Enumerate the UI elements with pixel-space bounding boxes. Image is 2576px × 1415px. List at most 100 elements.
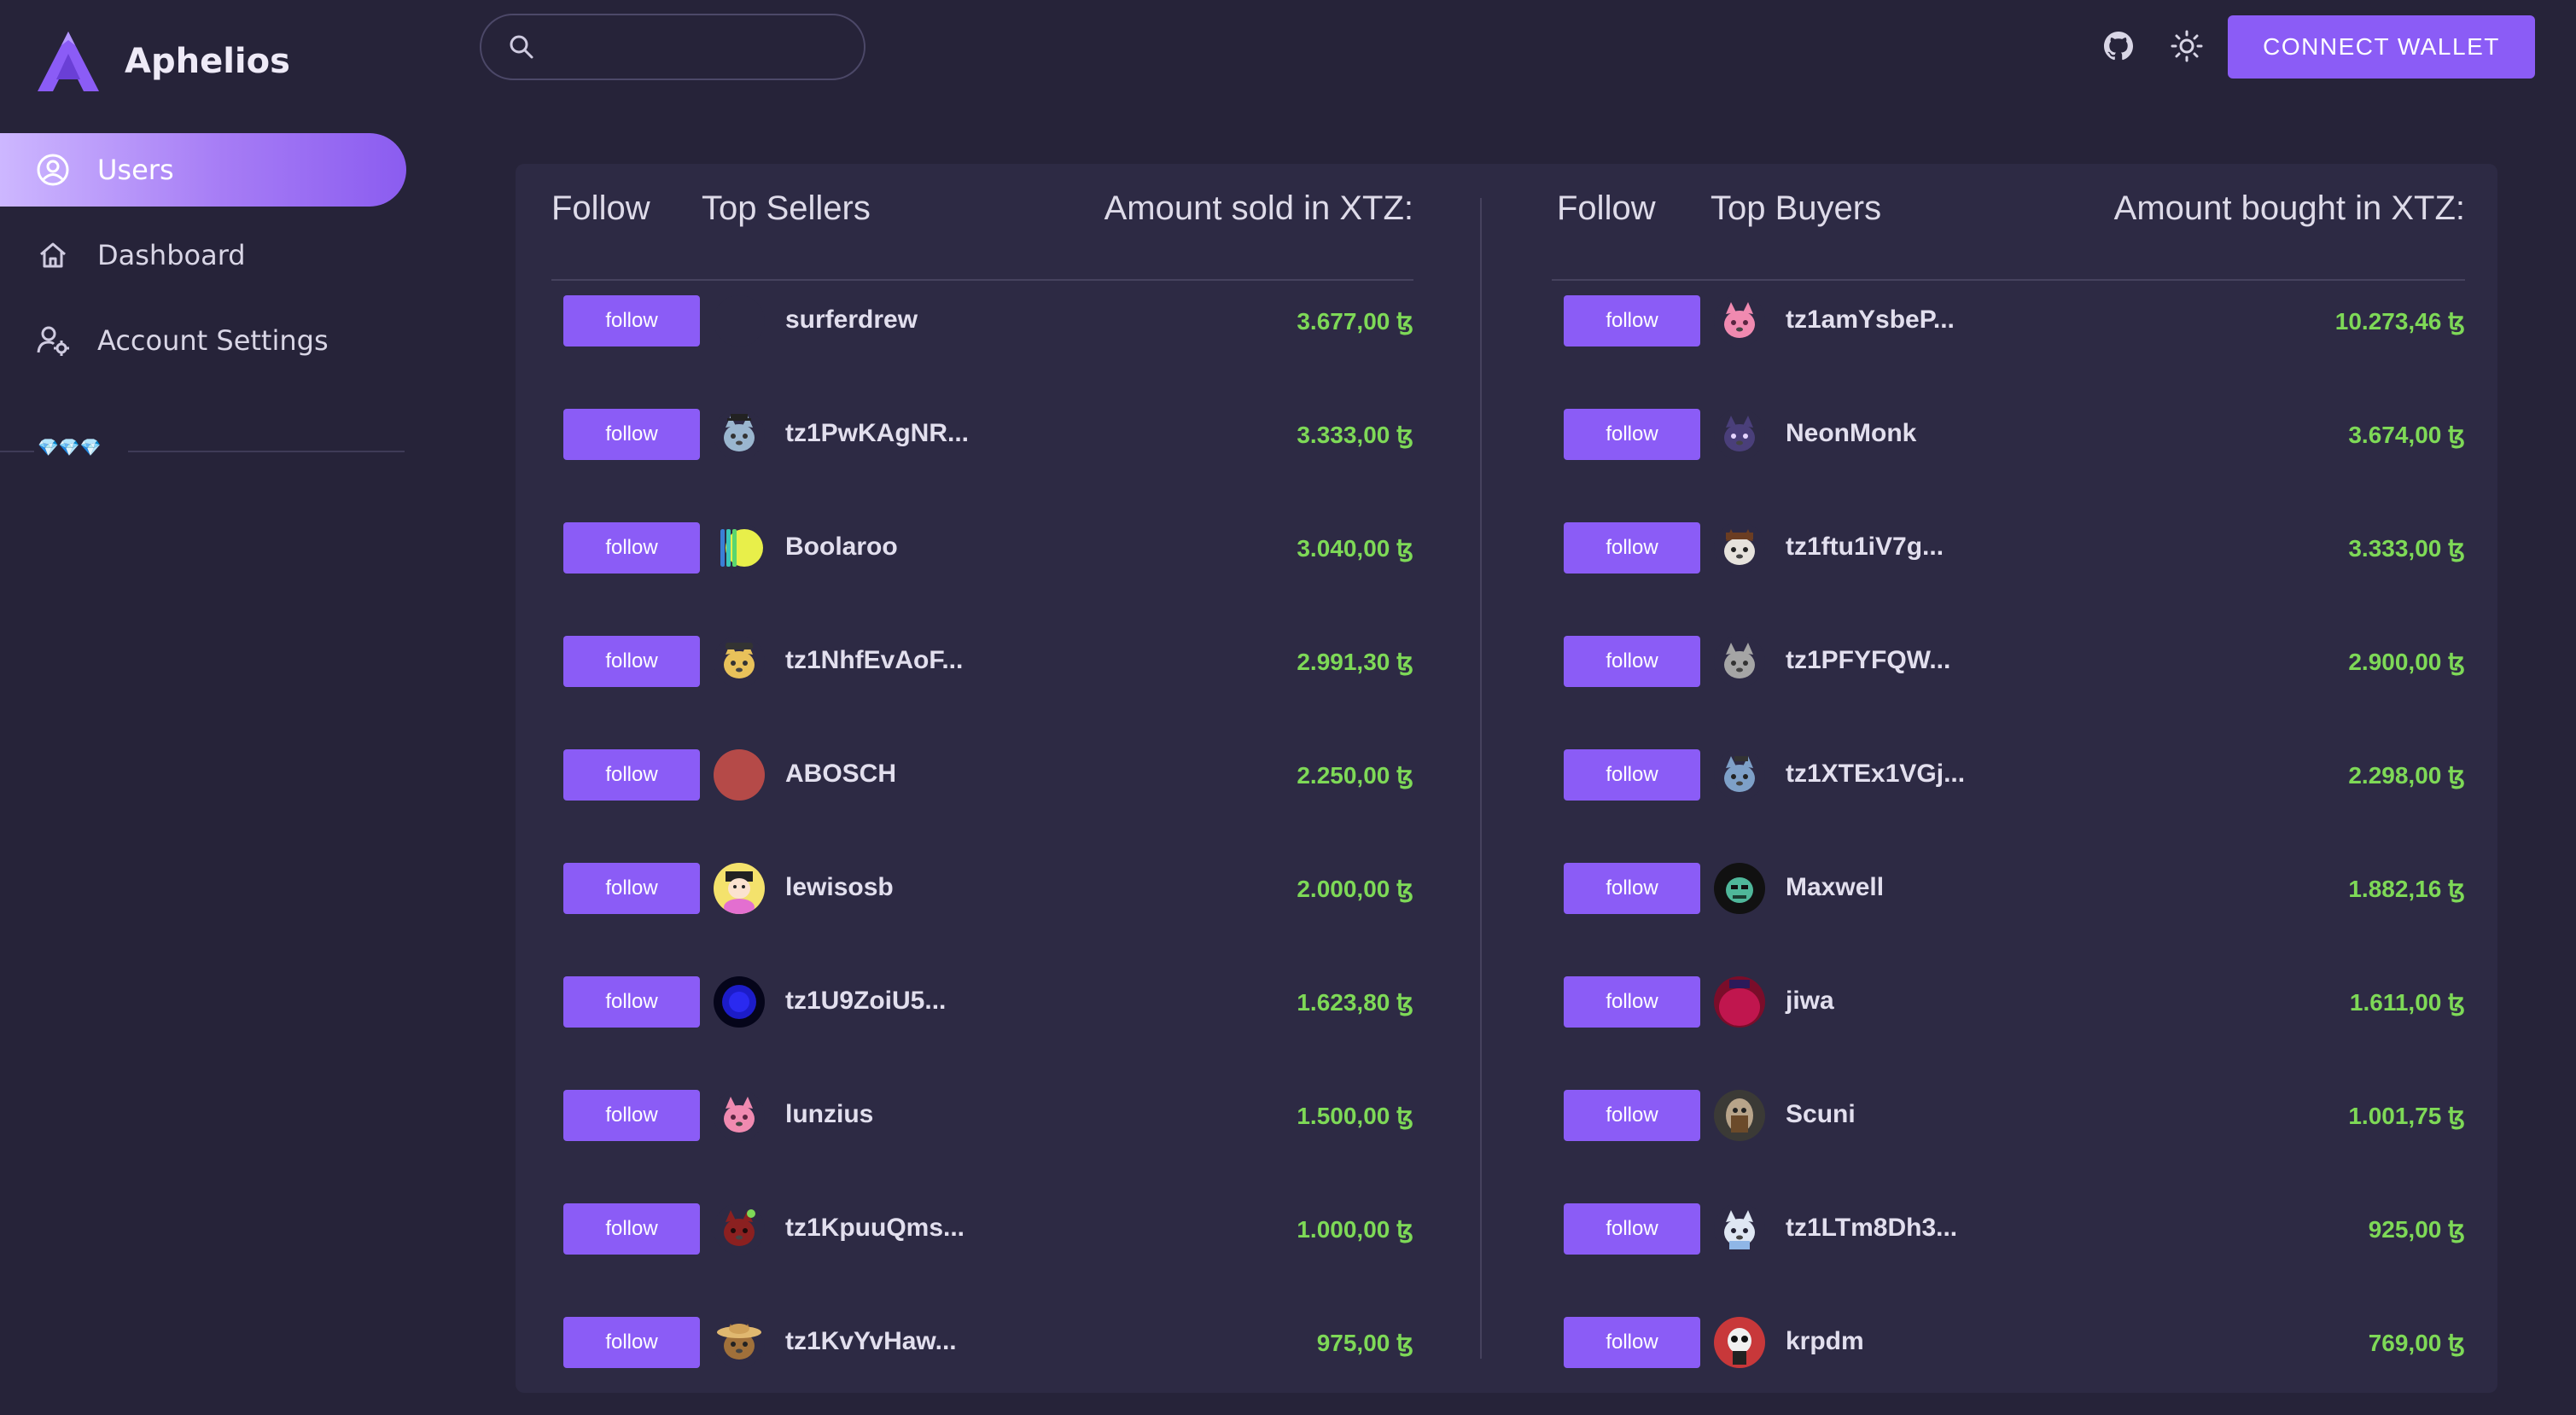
sidebar-item-users[interactable]: Users: [0, 133, 406, 207]
username-link[interactable]: Scuni: [1786, 1100, 1856, 1129]
gems-text: 💎💎💎: [38, 437, 102, 457]
username-link[interactable]: tz1PwKAgNR...: [785, 419, 969, 448]
amount-value: 1.500,00 ꜩ: [1297, 1103, 1413, 1129]
sidebar-nav: Users Dashboard Account Settings: [0, 133, 406, 389]
follow-button[interactable]: follow: [563, 749, 700, 801]
buyers-name-header: Top Buyers: [1711, 189, 1882, 227]
amount-value: 3.674,00 ꜩ: [2348, 422, 2465, 448]
list-item: follow jiwa 1.611,00 ꜩ: [1552, 942, 2465, 1051]
list-item: follow tz1KpuuQms... 1.000,00 ꜩ: [551, 1169, 1413, 1278]
list-item: follow krpdm 769,00 ꜩ: [1552, 1283, 2465, 1392]
avatar[interactable]: [714, 1317, 765, 1368]
username-link[interactable]: NeonMonk: [1786, 419, 1916, 448]
username-link[interactable]: tz1LTm8Dh3...: [1786, 1214, 1957, 1243]
amount-value: 2.900,00 ꜩ: [2348, 649, 2465, 675]
avatar[interactable]: [1714, 863, 1765, 914]
username-link[interactable]: tz1amYsbeP...: [1786, 306, 1955, 335]
username-link[interactable]: lunzius: [785, 1100, 873, 1129]
amount-value: 925,00 ꜩ: [2368, 1216, 2465, 1243]
username-link[interactable]: Maxwell: [1786, 873, 1884, 902]
avatar[interactable]: [1714, 749, 1765, 801]
amount-value: 2.991,30 ꜩ: [1297, 649, 1413, 675]
sidebar-item-dashboard[interactable]: Dashboard: [0, 218, 406, 292]
follow-button[interactable]: follow: [1564, 522, 1700, 574]
list-item: follow Scuni 1.001,75 ꜩ: [1552, 1056, 2465, 1165]
username-link[interactable]: ABOSCH: [785, 760, 896, 789]
home-icon: [34, 236, 72, 274]
username-link[interactable]: surferdrew: [785, 306, 918, 335]
list-item: follow lunzius 1.500,00 ꜩ: [551, 1056, 1413, 1165]
username-link[interactable]: krpdm: [1786, 1327, 1864, 1356]
search-input[interactable]: [548, 32, 833, 61]
avatar[interactable]: [1714, 409, 1765, 460]
list-item: follow tz1LTm8Dh3... 925,00 ꜩ: [1552, 1169, 2465, 1278]
avatar[interactable]: [714, 976, 765, 1028]
username-link[interactable]: lewisosb: [785, 873, 894, 902]
follow-button[interactable]: follow: [563, 976, 700, 1028]
avatar[interactable]: [714, 749, 765, 801]
avatar[interactable]: [1714, 1090, 1765, 1141]
username-link[interactable]: tz1KvYvHaw...: [785, 1327, 957, 1356]
avatar[interactable]: [714, 636, 765, 687]
follow-button[interactable]: follow: [1564, 1090, 1700, 1141]
avatar[interactable]: [714, 1090, 765, 1141]
avatar[interactable]: [1714, 522, 1765, 574]
follow-button[interactable]: follow: [563, 1317, 700, 1368]
avatar[interactable]: [1714, 295, 1765, 346]
amount-value: 2.298,00 ꜩ: [2348, 762, 2465, 789]
sun-icon[interactable]: [2166, 26, 2207, 67]
follow-button[interactable]: follow: [1564, 409, 1700, 460]
amount-value: 1.882,16 ꜩ: [2348, 876, 2465, 902]
avatar[interactable]: [714, 863, 765, 914]
avatar[interactable]: [714, 522, 765, 574]
avatar[interactable]: [714, 1203, 765, 1255]
list-item: follow NeonMonk 3.674,00 ꜩ: [1552, 375, 2465, 484]
connect-wallet-button[interactable]: CONNECT WALLET: [2228, 15, 2535, 79]
follow-button[interactable]: follow: [563, 863, 700, 914]
list-item: follow ABOSCH 2.250,00 ꜩ: [551, 715, 1413, 824]
amount-value: 1.623,80 ꜩ: [1297, 989, 1413, 1016]
follow-button[interactable]: follow: [563, 1090, 700, 1141]
sidebar-item-account-settings[interactable]: Account Settings: [0, 304, 406, 377]
username-link[interactable]: Boolaroo: [785, 533, 898, 562]
username-link[interactable]: tz1ftu1iV7g...: [1786, 533, 1944, 562]
avatar[interactable]: [1714, 976, 1765, 1028]
username-link[interactable]: tz1KpuuQms...: [785, 1214, 965, 1243]
user-circle-icon: [34, 151, 72, 189]
amount-value: 3.040,00 ꜩ: [1297, 535, 1413, 562]
follow-button[interactable]: follow: [563, 1203, 700, 1255]
avatar[interactable]: [1714, 636, 1765, 687]
follow-button[interactable]: follow: [563, 636, 700, 687]
sidebar-item-label: Account Settings: [97, 324, 329, 357]
follow-button[interactable]: follow: [563, 522, 700, 574]
aphelios-logo-icon: [38, 32, 99, 91]
username-link[interactable]: tz1PFYFQW...: [1786, 646, 1950, 675]
username-link[interactable]: tz1U9ZoiU5...: [785, 987, 946, 1016]
follow-button[interactable]: follow: [1564, 863, 1700, 914]
brand[interactable]: Aphelios: [34, 26, 290, 97]
avatar[interactable]: [714, 295, 765, 346]
follow-button[interactable]: follow: [1564, 295, 1700, 346]
follow-button[interactable]: follow: [1564, 749, 1700, 801]
follow-button[interactable]: follow: [1564, 636, 1700, 687]
avatar[interactable]: [1714, 1317, 1765, 1368]
avatar[interactable]: [1714, 1203, 1765, 1255]
avatar[interactable]: [714, 409, 765, 460]
github-icon[interactable]: [2098, 26, 2139, 67]
sidebar-item-label: Users: [97, 154, 174, 186]
search-box[interactable]: [480, 14, 865, 80]
follow-button[interactable]: follow: [563, 409, 700, 460]
username-link[interactable]: jiwa: [1786, 987, 1834, 1016]
follow-button[interactable]: follow: [563, 295, 700, 346]
sidebar-item-label: Dashboard: [97, 239, 246, 271]
username-link[interactable]: tz1NhfEvAoF...: [785, 646, 963, 675]
list-item: follow tz1U9ZoiU5... 1.623,80 ꜩ: [551, 942, 1413, 1051]
list-item: follow tz1KvYvHaw... 975,00 ꜩ: [551, 1283, 1413, 1392]
amount-value: 3.333,00 ꜩ: [1297, 422, 1413, 448]
follow-button[interactable]: follow: [1564, 976, 1700, 1028]
username-link[interactable]: tz1XTEx1VGj...: [1786, 760, 1965, 789]
follow-button[interactable]: follow: [1564, 1203, 1700, 1255]
follow-button[interactable]: follow: [1564, 1317, 1700, 1368]
amount-value: 3.677,00 ꜩ: [1297, 308, 1413, 335]
amount-value: 2.250,00 ꜩ: [1297, 762, 1413, 789]
